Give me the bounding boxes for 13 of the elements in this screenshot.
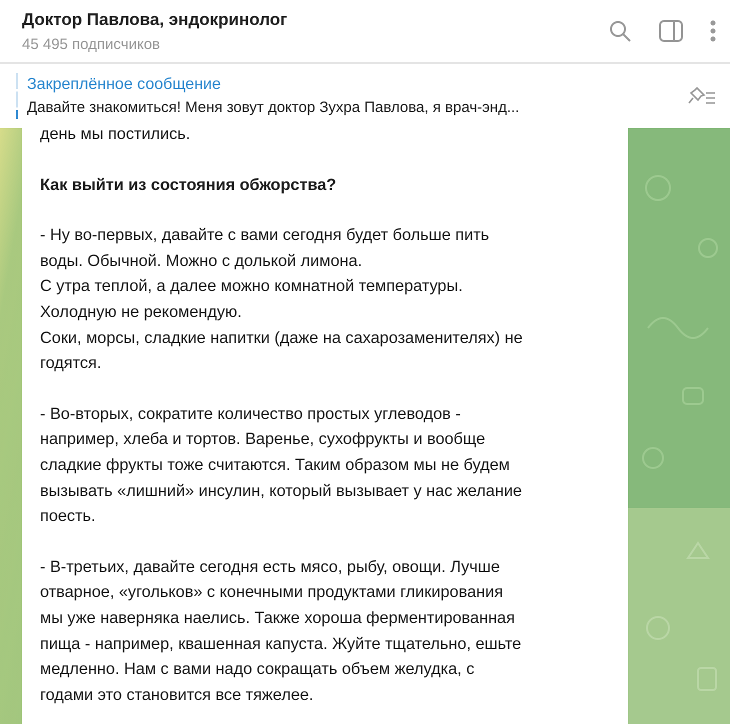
- more-options-icon[interactable]: [710, 19, 716, 43]
- message-heading: Как выйти из состояния обжорства?: [40, 174, 338, 196]
- search-icon[interactable]: [608, 19, 632, 43]
- message-paragraph: - Ну во-первых, давайте с вами сегодня будет больше пить воды. Обычной. Можно с долькой лимона. С утра теплой, а далее можно комнатной температуры. Холодную не рекомендую. Соки, морсы, сладкие напитки (даже на сахарозаменителях) не годятся.: [40, 225, 524, 374]
- message-paragraph: - Во-вторых, сократите количество простых углеводов - например, хлеба и тортов. Варенье, сухофрукты и вообще сладкие фрукты тоже считаются. Таким образом мы не будем вызывать «лишний» инсулин, который вызывает у нас желание поесть.: [40, 404, 523, 528]
- channel-title: Доктор Павлова, эндокринолог: [22, 10, 288, 30]
- subscriber-count: 45 495 подписчиков: [22, 36, 162, 52]
- pinned-message-text[interactable]: Давайте знакомиться! Меня зовут доктор Зухра Павлова, я врач-энд...: [27, 99, 688, 116]
- sidebar-toggle-icon[interactable]: [658, 19, 684, 43]
- message-paragraph: день мы постились.: [40, 128, 192, 145]
- pinned-message-title[interactable]: Закреплённое сообщение: [27, 76, 688, 94]
- pinned-list-icon[interactable]: [688, 85, 716, 107]
- message-paragraph: - В-третьих, давайте сегодня есть мясо, рыбу, овощи. Лучше отварное, «угольков» с конечными продуктами гликирования мы уже наверняка наелись. Также хороша ферментированная пища - например, квашенная капуста. Жуйте тщательно, ешьте медленно. Нам с вами надо сокращать объем желудка, с годами это становится все тяжелее.: [40, 556, 522, 706]
